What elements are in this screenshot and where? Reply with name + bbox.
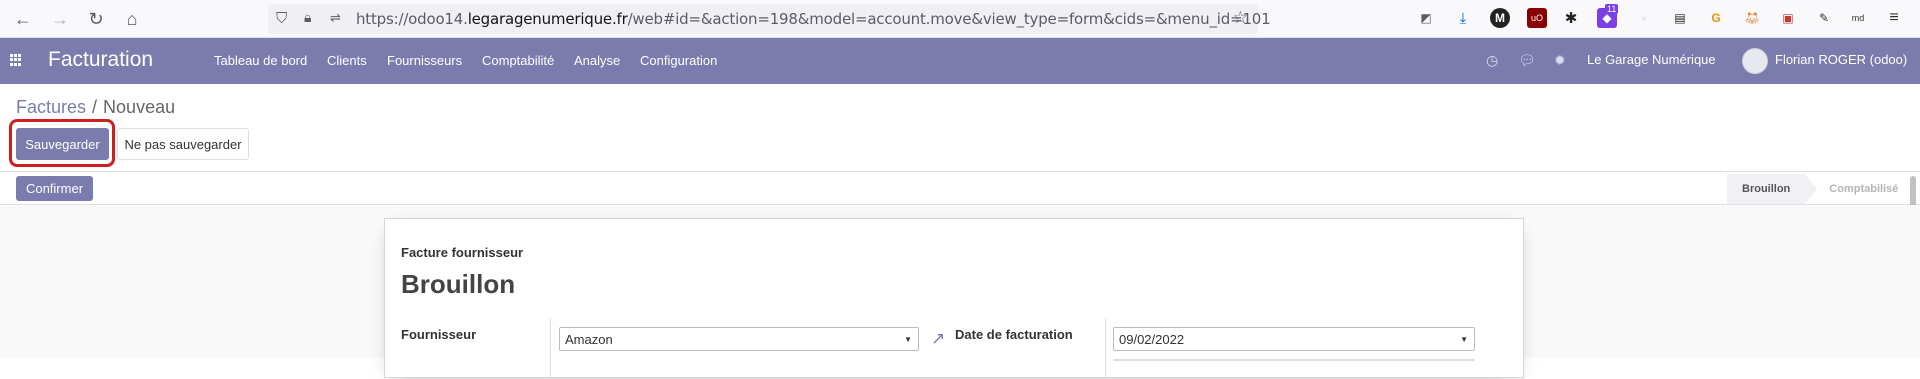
stage-draft[interactable]: Brouillon [1727, 174, 1818, 204]
forward-arrow-icon[interactable]: → [46, 5, 74, 33]
status-pipeline: Brouillon Comptabilisé [1727, 174, 1913, 204]
ublock-icon[interactable]: uO [1527, 8, 1547, 28]
debug-bug-icon[interactable]: ✹ [1554, 52, 1566, 69]
breadcrumb-separator: / [92, 97, 98, 117]
form-sheet: Facture fournisseur Brouillon Fournisseu… [384, 218, 1524, 379]
invoice-date-value: 09/02/2022 [1119, 331, 1185, 347]
tab-extension-icon[interactable]: ▫ [1634, 8, 1654, 28]
hamburger-menu-icon[interactable]: ≡ [1884, 8, 1904, 28]
menu-configuration[interactable]: Configuration [640, 53, 717, 68]
chat-icon[interactable]: 💬︎ [1518, 52, 1536, 69]
menu-analyse[interactable]: Analyse [574, 53, 620, 68]
menu-clients[interactable]: Clients [327, 53, 367, 68]
m-extension-icon[interactable]: M [1490, 8, 1510, 28]
reload-icon[interactable]: ↻ [82, 5, 110, 33]
download-icon[interactable]: ⤓ [1453, 8, 1473, 28]
company-switcher[interactable]: Le Garage Numérique [1587, 52, 1716, 67]
external-link-icon[interactable]: ↗ [931, 329, 945, 349]
notes-icon[interactable]: ▤ [1670, 8, 1690, 28]
breadcrumb-parent[interactable]: Factures [16, 97, 86, 117]
form-statusbar [0, 172, 1920, 205]
breadcrumb-current: Nouveau [103, 97, 176, 117]
media-icon[interactable]: ▣ [1778, 8, 1798, 28]
permissions-icon[interactable]: ⇌ [330, 10, 341, 26]
field-separator [1105, 319, 1106, 379]
field-separator [550, 319, 551, 379]
user-avatar[interactable] [1742, 48, 1768, 74]
g-extension-icon[interactable]: G [1706, 8, 1726, 28]
shield-icon[interactable]: ⛉ [276, 10, 287, 27]
save-button[interactable]: Sauvegarder [16, 128, 109, 160]
home-icon[interactable]: ⌂ [118, 5, 146, 33]
document-title: Brouillon [401, 269, 516, 299]
confirm-button[interactable]: Confirmer [16, 176, 93, 201]
vendor-value: Amazon [565, 331, 613, 347]
url-text: https://odoo14.legaragenumerique.fr/web#… [356, 10, 1271, 28]
app-brand[interactable]: Facturation [48, 48, 153, 72]
vendor-field[interactable]: Amazon ▼ [559, 327, 919, 351]
metamask-icon[interactable]: 🦊︎ [1742, 8, 1762, 28]
extension-icon[interactable]: ✱ [1561, 8, 1581, 28]
user-menu[interactable]: Florian ROGER (odoo) [1775, 52, 1907, 67]
menu-comptabilite[interactable]: Comptabilité [482, 53, 554, 68]
stage-posted[interactable]: Comptabilisé [1805, 174, 1913, 204]
md-extension-icon[interactable]: md [1848, 8, 1868, 28]
star-icon[interactable]: ☆ [1233, 8, 1248, 28]
odoo-navbar: Facturation Tableau de bord Clients Four… [0, 38, 1920, 84]
next-field-edge [1113, 359, 1475, 361]
back-arrow-icon[interactable]: ← [9, 5, 37, 33]
dropdown-caret-icon[interactable]: ▼ [1460, 335, 1468, 344]
activity-clock-icon[interactable]: ◷ [1486, 52, 1498, 69]
dropdown-caret-icon[interactable]: ▼ [904, 335, 912, 344]
invoice-date-label: Date de facturation [955, 327, 1073, 342]
breadcrumb: Factures / Nouveau [16, 97, 175, 118]
move-type-label: Facture fournisseur [401, 245, 524, 260]
invoice-date-field[interactable]: 09/02/2022 ▼ [1113, 327, 1475, 351]
extension-badge: 11 [1605, 4, 1619, 14]
discard-button[interactable]: Ne pas sauvegarder [117, 128, 249, 160]
menu-tableau-de-bord[interactable]: Tableau de bord [214, 53, 307, 68]
lock-icon[interactable]: 🔒︎ [304, 9, 311, 26]
menu-fournisseurs[interactable]: Fournisseurs [387, 53, 462, 68]
apps-menu-icon[interactable] [10, 54, 22, 66]
browser-toolbar: ← → ↻ ⌂ ⛉ 🔒︎ ⇌ https://odoo14.legaragenu… [0, 0, 1920, 38]
vendor-label: Fournisseur [401, 327, 477, 342]
url-bar[interactable]: ⛉ 🔒︎ ⇌ https://odoo14.legaragenumerique.… [268, 4, 1271, 34]
pocket-icon[interactable]: ◩ [1416, 8, 1436, 28]
dropper-icon[interactable]: ✎ [1814, 8, 1834, 28]
